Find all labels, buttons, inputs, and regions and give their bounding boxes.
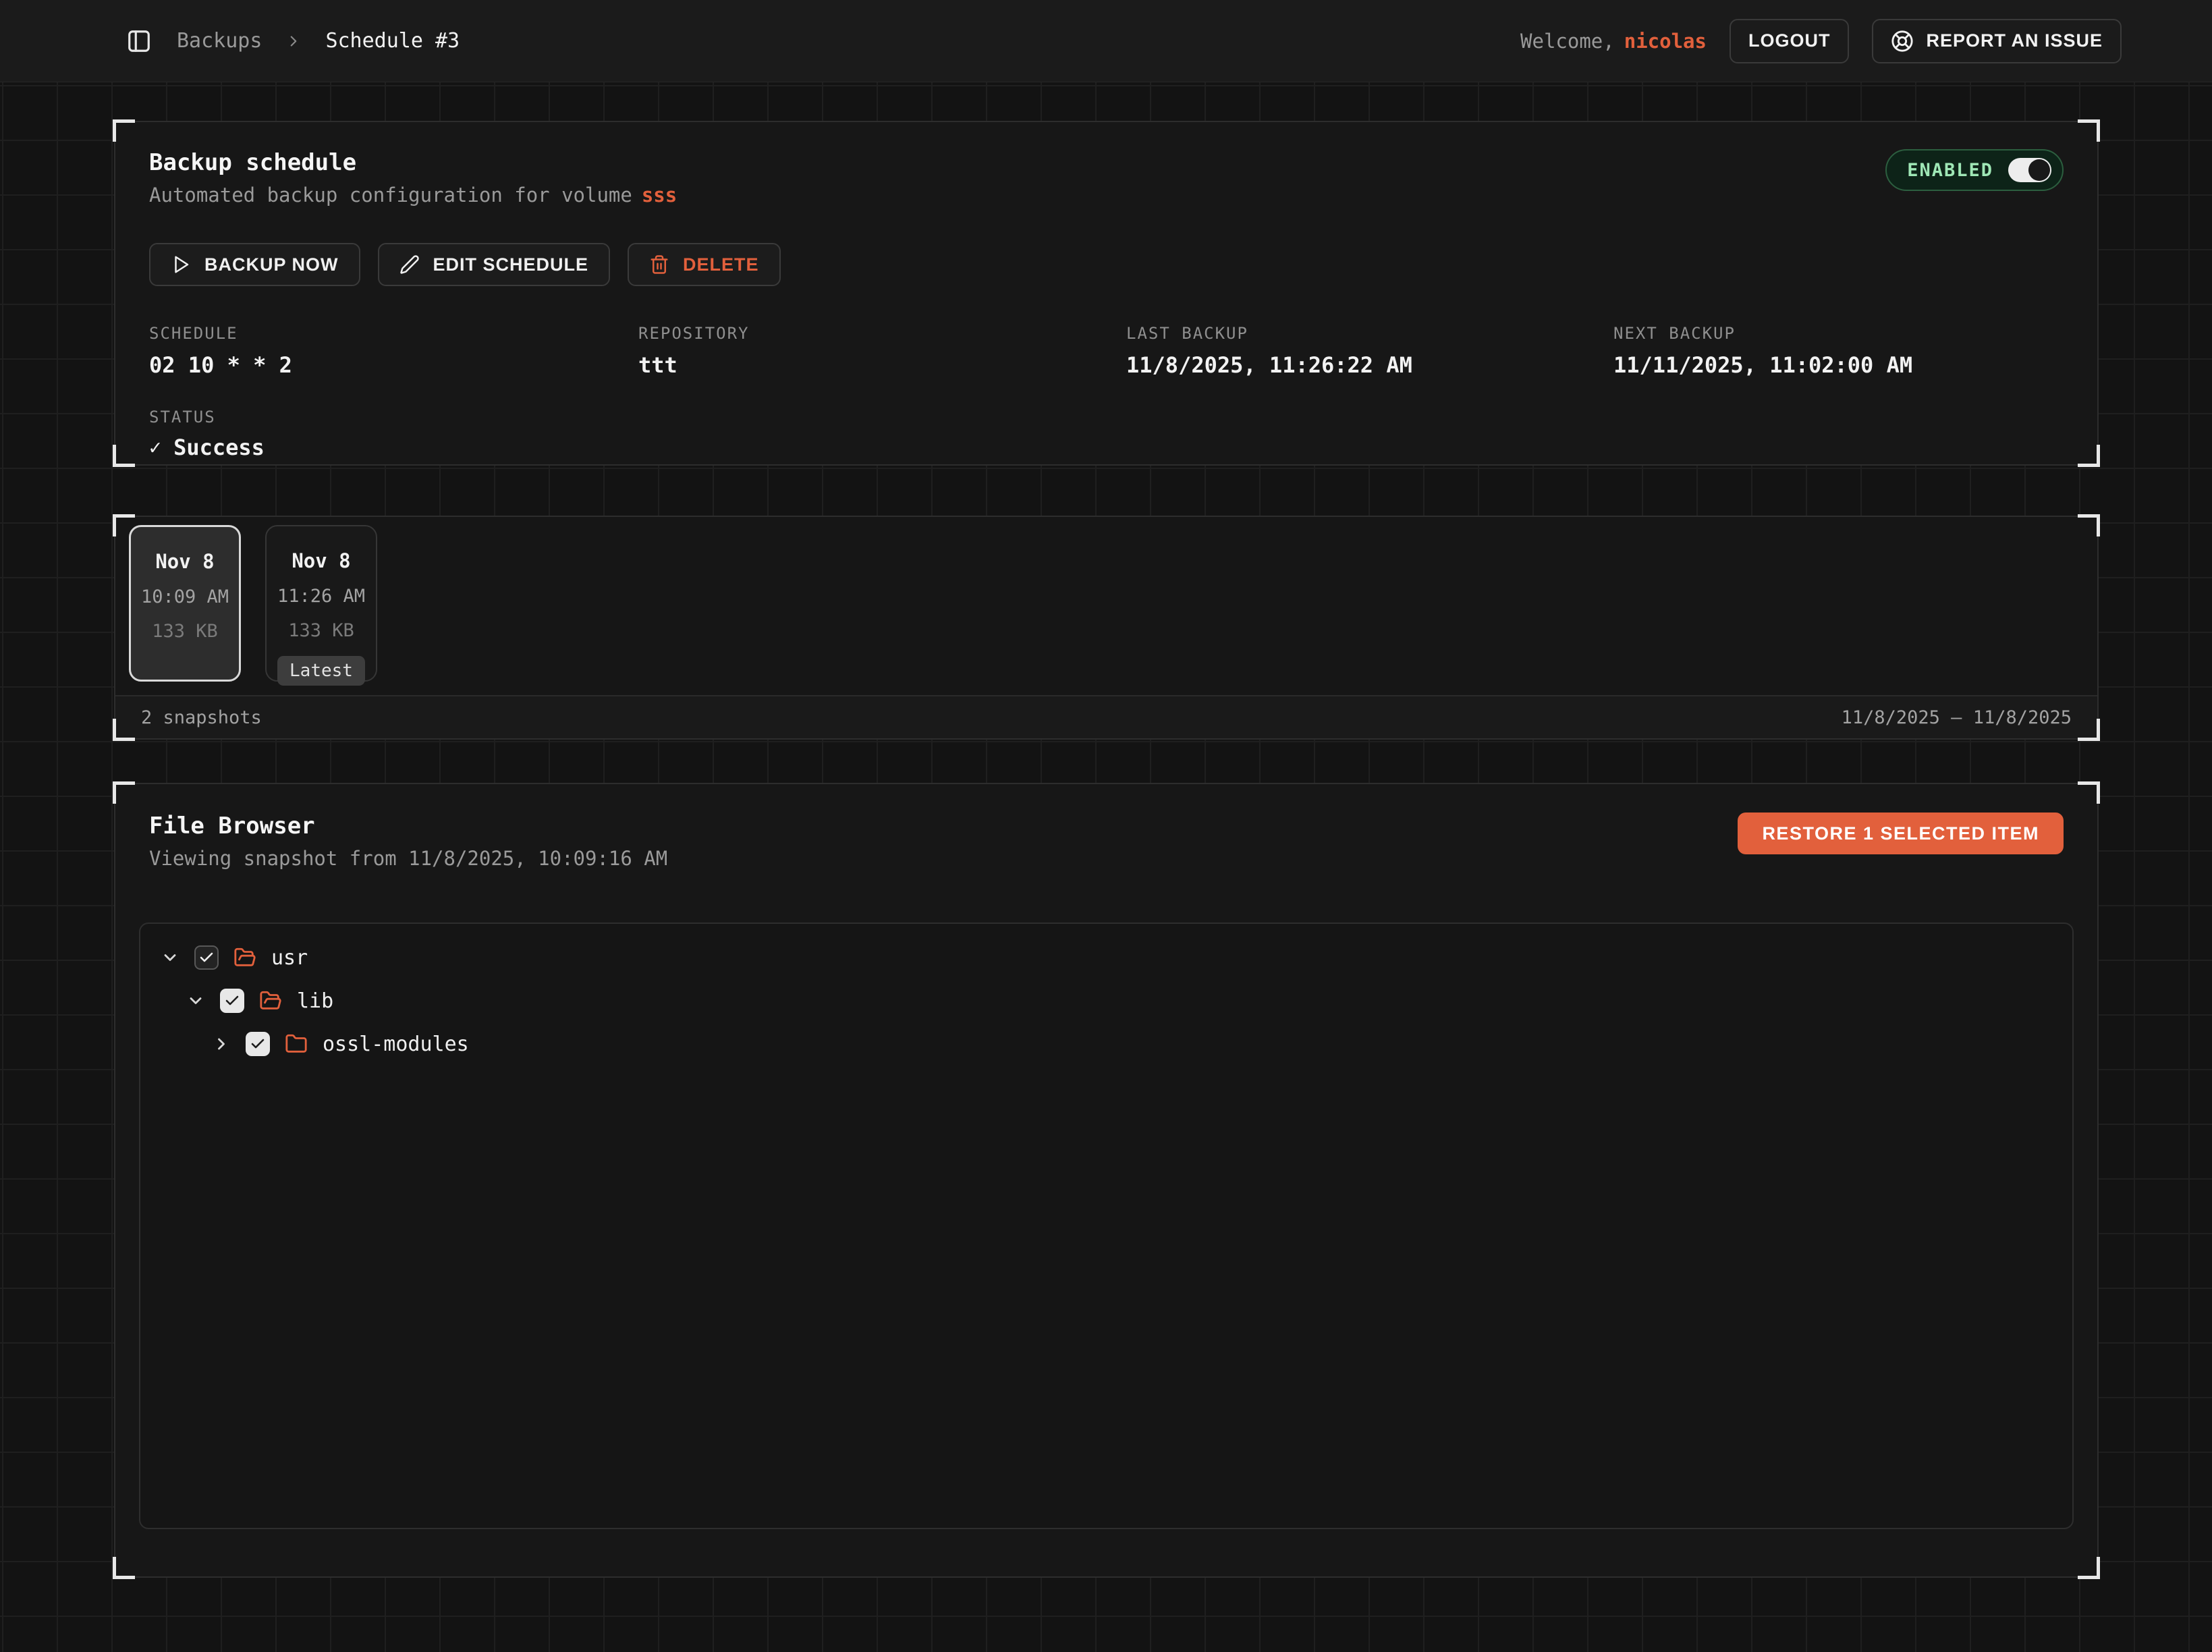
volume-name: sss [642, 184, 677, 206]
top-header: Backups Schedule #3 Welcome, nicolas LOGO… [0, 0, 2212, 82]
backup-schedule-card: Backup schedule Automated backup configu… [114, 121, 2099, 466]
status-label: STATUS [149, 408, 2064, 426]
edit-schedule-label: EDIT SCHEDULE [433, 254, 589, 275]
timeline-footer: 2 snapshots 11/8/2025 – 11/8/2025 [115, 695, 2097, 738]
lifebuoy-icon [1891, 30, 1914, 53]
field-label: NEXT BACKUP [1613, 324, 2064, 343]
status-field: STATUS ✓ Success [149, 408, 2064, 460]
tree-label: usr [271, 946, 308, 970]
panel-left-icon[interactable] [124, 26, 154, 56]
status-value: Success [173, 435, 265, 460]
file-browser-subtitle: Viewing snapshot from 11/8/2025, 10:09:1… [149, 847, 667, 870]
tree-label: ossl-modules [323, 1032, 469, 1056]
snapshot-count: 2 snapshots [141, 707, 262, 728]
checkbox-usr[interactable] [194, 945, 219, 970]
latest-badge: Latest [277, 656, 365, 686]
backup-now-label: BACKUP NOW [204, 254, 339, 275]
username: nicolas [1624, 30, 1707, 53]
tree-label: lib [297, 989, 333, 1013]
edit-schedule-button[interactable]: EDIT SCHEDULE [378, 243, 611, 286]
tree-row-usr[interactable]: usr [161, 936, 2052, 979]
enabled-label: ENABLED [1907, 160, 1993, 181]
corner-bracket [2078, 1557, 2100, 1579]
breadcrumb-backups[interactable]: Backups [177, 29, 262, 53]
toggle-knob [2028, 159, 2050, 181]
snapshot-time: 11:26 AM [277, 586, 365, 607]
field-label: SCHEDULE [149, 324, 638, 343]
tree-row-lib[interactable]: lib [161, 979, 2052, 1022]
snapshot-size: 133 KB [288, 620, 354, 641]
corner-bracket [113, 514, 135, 536]
tree-row-ossl-modules[interactable]: ossl-modules [161, 1022, 2052, 1066]
field-value: 11/11/2025, 11:02:00 AM [1613, 352, 2064, 378]
breadcrumb-current: Schedule #3 [325, 29, 460, 53]
field-value: 02 10 * * 2 [149, 352, 638, 378]
welcome-prefix: Welcome, [1520, 30, 1615, 53]
snapshot-card[interactable]: Nov 8 11:26 AM 133 KB Latest [265, 525, 377, 682]
report-issue-button[interactable]: REPORT AN ISSUE [1872, 19, 2122, 63]
snapshot-date: Nov 8 [155, 550, 214, 573]
corner-bracket [113, 1557, 135, 1579]
snapshot-date-range: 11/8/2025 – 11/8/2025 [1842, 707, 2072, 728]
file-browser-title: File Browser [149, 813, 667, 839]
folder-open-icon [259, 989, 282, 1012]
corner-bracket [2078, 119, 2100, 142]
snapshot-timeline: Nov 8 10:09 AM 133 KB Nov 8 11:26 AM 133… [114, 516, 2099, 740]
corner-bracket [113, 119, 135, 142]
checkbox-ossl-modules[interactable] [246, 1032, 270, 1056]
pencil-icon [399, 254, 420, 275]
breadcrumb: Backups Schedule #3 [124, 26, 460, 56]
snapshot-size: 133 KB [152, 621, 218, 642]
field-label: LAST BACKUP [1126, 324, 1613, 343]
corner-bracket [2078, 781, 2100, 804]
logout-button[interactable]: LOGOUT [1730, 19, 1850, 63]
field-value: 11/8/2025, 11:26:22 AM [1126, 352, 1613, 378]
report-issue-label: REPORT AN ISSUE [1926, 30, 2103, 51]
welcome-text: Welcome, nicolas [1520, 30, 1707, 53]
corner-bracket [113, 445, 135, 467]
backup-now-button[interactable]: BACKUP NOW [149, 243, 360, 286]
delete-button[interactable]: DELETE [628, 243, 781, 286]
field-repository: REPOSITORY ttt [638, 324, 1126, 378]
enabled-toggle[interactable]: ENABLED [1885, 149, 2064, 191]
trash-icon [649, 254, 669, 275]
field-schedule: SCHEDULE 02 10 * * 2 [149, 324, 638, 378]
snapshot-time: 10:09 AM [141, 586, 229, 607]
file-tree: usr lib ossl-modules [139, 923, 2074, 1529]
checkbox-lib[interactable] [220, 989, 244, 1013]
corner-bracket [113, 719, 135, 741]
schedule-card-subtitle: Automated backup configuration for volum… [149, 184, 677, 206]
chevron-down-icon[interactable] [161, 948, 179, 967]
corner-bracket [2078, 445, 2100, 467]
folder-open-icon [233, 946, 256, 969]
folder-icon [285, 1032, 308, 1055]
toggle-switch[interactable] [2008, 158, 2051, 182]
check-icon: ✓ [149, 436, 161, 460]
corner-bracket [2078, 719, 2100, 741]
chevron-right-icon [285, 32, 302, 50]
chevron-right-icon[interactable] [212, 1035, 231, 1053]
field-last-backup: LAST BACKUP 11/8/2025, 11:26:22 AM [1126, 324, 1613, 378]
schedule-card-title: Backup schedule [149, 149, 677, 176]
delete-label: DELETE [683, 254, 759, 275]
field-next-backup: NEXT BACKUP 11/11/2025, 11:02:00 AM [1613, 324, 2064, 378]
file-browser-card: File Browser Viewing snapshot from 11/8/… [114, 783, 2099, 1578]
field-label: REPOSITORY [638, 324, 1126, 343]
corner-bracket [113, 781, 135, 804]
restore-button[interactable]: RESTORE 1 SELECTED ITEM [1738, 813, 2064, 854]
chevron-down-icon[interactable] [186, 991, 205, 1010]
subtitle-prefix: Automated backup configuration for volum… [149, 184, 632, 206]
snapshot-date: Nov 8 [292, 549, 350, 572]
corner-bracket [2078, 514, 2100, 536]
field-value: ttt [638, 352, 1126, 378]
snapshot-card-selected[interactable]: Nov 8 10:09 AM 133 KB [129, 525, 241, 682]
play-icon [171, 254, 191, 275]
